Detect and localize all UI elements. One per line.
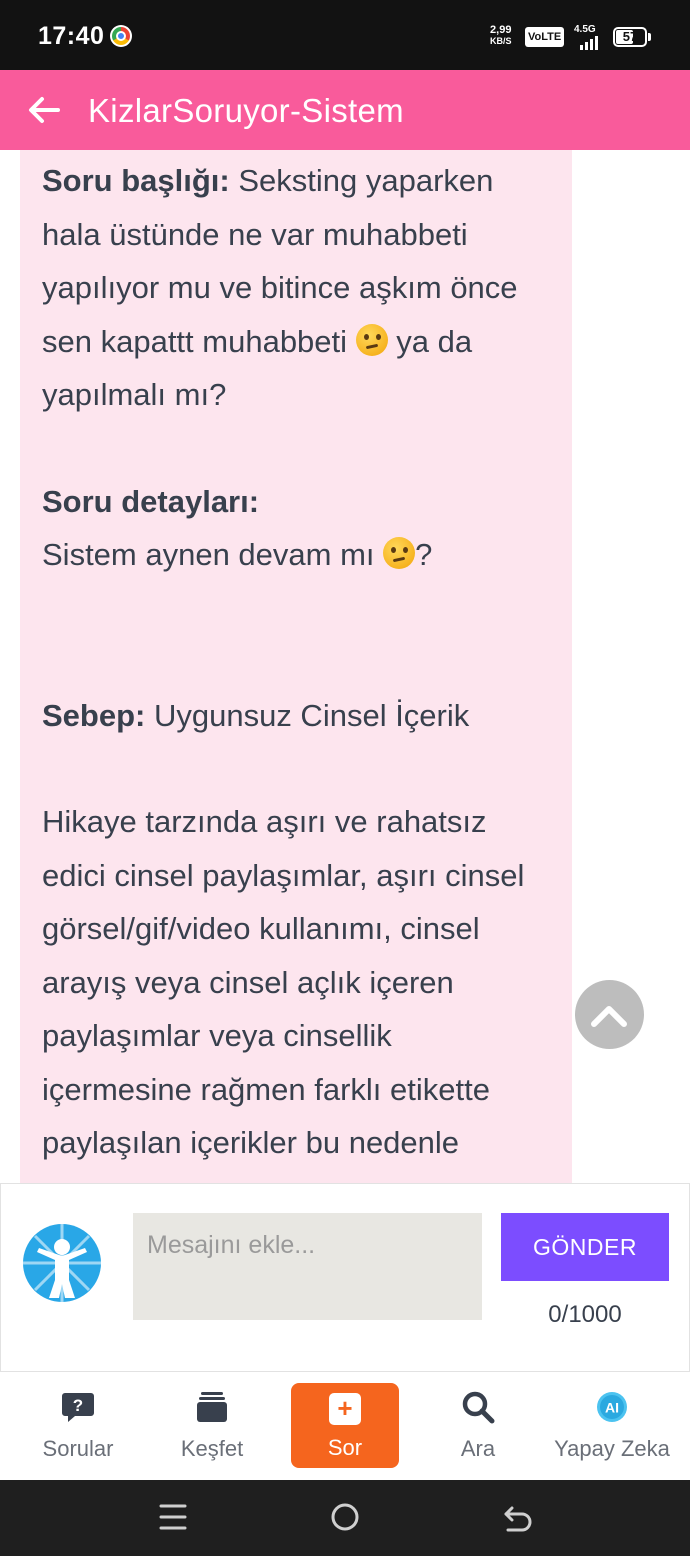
network-speed-value: 2,99 — [490, 24, 512, 36]
removal-reason: Sebep: Uygunsuz Cinsel İçerik — [42, 689, 550, 743]
network-speed-unit: KB/S — [490, 36, 512, 46]
recent-apps-icon[interactable] — [158, 1500, 188, 1539]
network-speed: 2,99 KB/S — [490, 25, 512, 47]
removal-reason-text: Uygunsuz Cinsel İçerik — [145, 697, 470, 733]
thinking-face-icon — [383, 537, 416, 569]
battery-tip — [648, 33, 651, 41]
system-navigation-bar — [0, 1480, 690, 1556]
send-button[interactable]: GÖNDER — [501, 1213, 669, 1281]
volte-badge: VoLTE — [525, 27, 565, 47]
nav-label-sorular: Sorular — [42, 1436, 114, 1461]
message-composer: GÖNDER 0/1000 — [0, 1183, 690, 1372]
question-details-label-text: Soru detayları: — [42, 483, 260, 519]
question-details-text-1: Sistem aynen devam mı — [42, 537, 384, 572]
back-arrow-icon[interactable] — [24, 90, 64, 130]
avatar — [23, 1224, 101, 1302]
page-title: KizlarSoruyor-Sistem — [88, 92, 404, 129]
bottom-navigation: ? Sorular Keşfet + Sor Ara AI Yapay Zeka — [0, 1372, 690, 1480]
nav-label-sor: Sor — [327, 1435, 363, 1460]
scroll-to-top-button[interactable] — [575, 980, 644, 1049]
nav-item-kesfet[interactable]: Keşfet — [152, 1372, 272, 1480]
signal-icon: 4.5G — [574, 24, 604, 50]
removal-explanation: Hikaye tarzında aşırı ve rahatsız edici … — [42, 804, 525, 1183]
nav-item-ara[interactable]: Ara — [418, 1372, 538, 1480]
network-type: 4.5G — [574, 24, 596, 35]
battery-icon: 57 — [613, 27, 647, 47]
nav-label-kesfet: Keşfet — [180, 1436, 244, 1461]
removal-reason-label: Sebep: — [42, 697, 146, 733]
question-title-label: Soru başlığı: — [42, 163, 230, 198]
search-icon — [461, 1390, 495, 1430]
nav-item-sor[interactable]: + Sor — [291, 1383, 399, 1468]
nav-label-ara: Ara — [460, 1436, 496, 1461]
question-details: Sistem aynen devam mı ? — [42, 528, 550, 582]
message-input[interactable] — [133, 1213, 482, 1320]
question-details-label: Soru detayları: — [42, 475, 550, 529]
back-icon[interactable] — [500, 1500, 534, 1539]
cards-stack-icon — [195, 1390, 229, 1430]
svg-text:?: ? — [73, 1396, 83, 1415]
avatar-icon — [23, 1224, 101, 1302]
character-counter: 0/1000 — [548, 1301, 622, 1328]
nav-label-yapay-zeka: Yapay Zeka — [554, 1436, 670, 1461]
app-bar: KizlarSoruyor-Sistem — [0, 70, 690, 150]
ai-icon: AI — [595, 1390, 629, 1430]
message-bubble: Soru başlığı: Seksting yaparken hala üst… — [20, 150, 572, 1183]
question-details-text-2: ? — [415, 537, 433, 572]
question-bubble-icon: ? — [61, 1390, 95, 1430]
status-time: 17:40 — [38, 22, 105, 50]
svg-text:AI: AI — [605, 1400, 619, 1416]
question-title: Soru başlığı: Seksting yaparken hala üst… — [42, 154, 550, 422]
chevron-up-icon — [591, 1006, 627, 1027]
nav-item-sorular[interactable]: ? Sorular — [18, 1372, 138, 1480]
nav-item-yapay-zeka[interactable]: AI Yapay Zeka — [548, 1372, 676, 1480]
thinking-face-icon — [355, 323, 388, 356]
home-icon[interactable] — [329, 1500, 361, 1539]
plus-square-icon: + — [329, 1393, 361, 1425]
battery-level: 57 — [622, 29, 638, 44]
message-list[interactable]: Soru başlığı: Seksting yaparken hala üst… — [0, 150, 690, 1183]
status-bar: 17:40 2,99 KB/S VoLTE 4.5G 57 — [0, 0, 690, 70]
chrome-icon — [110, 25, 132, 47]
